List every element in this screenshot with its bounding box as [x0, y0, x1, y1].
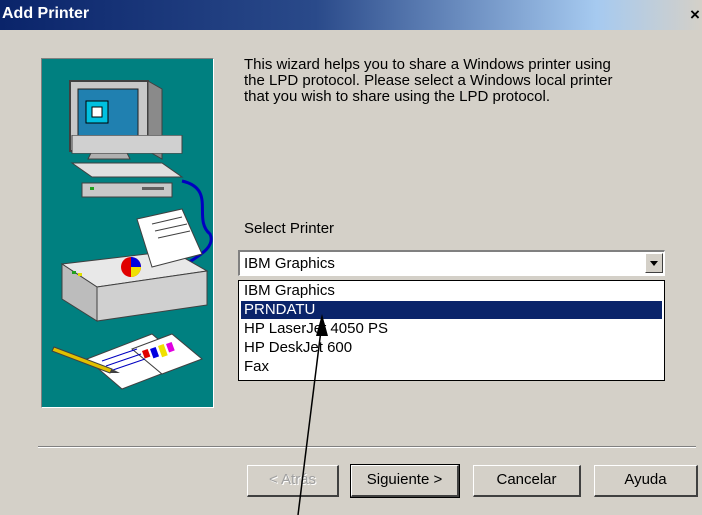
printer-select[interactable]: IBM Graphics	[238, 250, 665, 276]
computer-icon	[69, 80, 184, 198]
title-bar[interactable]: Add Printer ×	[0, 0, 702, 30]
select-printer-label: Select Printer	[244, 220, 335, 237]
printer-icon	[60, 208, 209, 322]
printer-computer-illustration	[51, 80, 213, 390]
help-button[interactable]: Ayuda	[594, 465, 698, 497]
back-button[interactable]: < Atrás	[247, 465, 339, 497]
description-line: the LPD protocol. Please select a Window…	[244, 72, 613, 89]
printer-option[interactable]: HP DeskJet 600	[241, 339, 662, 357]
wizard-description: This wizard helps you to share a Windows…	[244, 57, 684, 105]
cancel-button[interactable]: Cancelar	[473, 465, 581, 497]
separator	[38, 446, 696, 448]
printer-option[interactable]: IBM Graphics	[241, 282, 662, 300]
description-line: This wizard helps you to share a Windows…	[244, 56, 611, 73]
printer-option-highlighted[interactable]: PRNDATU	[241, 301, 662, 319]
papers-icon	[51, 333, 203, 390]
wizard-illustration	[41, 58, 214, 408]
dropdown-button[interactable]	[645, 253, 663, 273]
close-icon[interactable]: ×	[688, 6, 702, 24]
window-title: Add Printer	[2, 5, 90, 22]
printer-select-value: IBM Graphics	[244, 255, 335, 272]
add-printer-dialog: Add Printer × This wizard helps you to s…	[0, 0, 702, 515]
chevron-down-icon	[650, 261, 658, 266]
printer-dropdown-list[interactable]: IBM Graphics PRNDATU HP LaserJet 4050 PS…	[238, 280, 665, 381]
description-line: that you wish to share using the LPD pro…	[244, 88, 551, 105]
next-button[interactable]: Siguiente >	[350, 464, 460, 498]
printer-option[interactable]: Fax	[241, 358, 662, 376]
printer-option[interactable]: HP LaserJet 4050 PS	[241, 320, 662, 338]
